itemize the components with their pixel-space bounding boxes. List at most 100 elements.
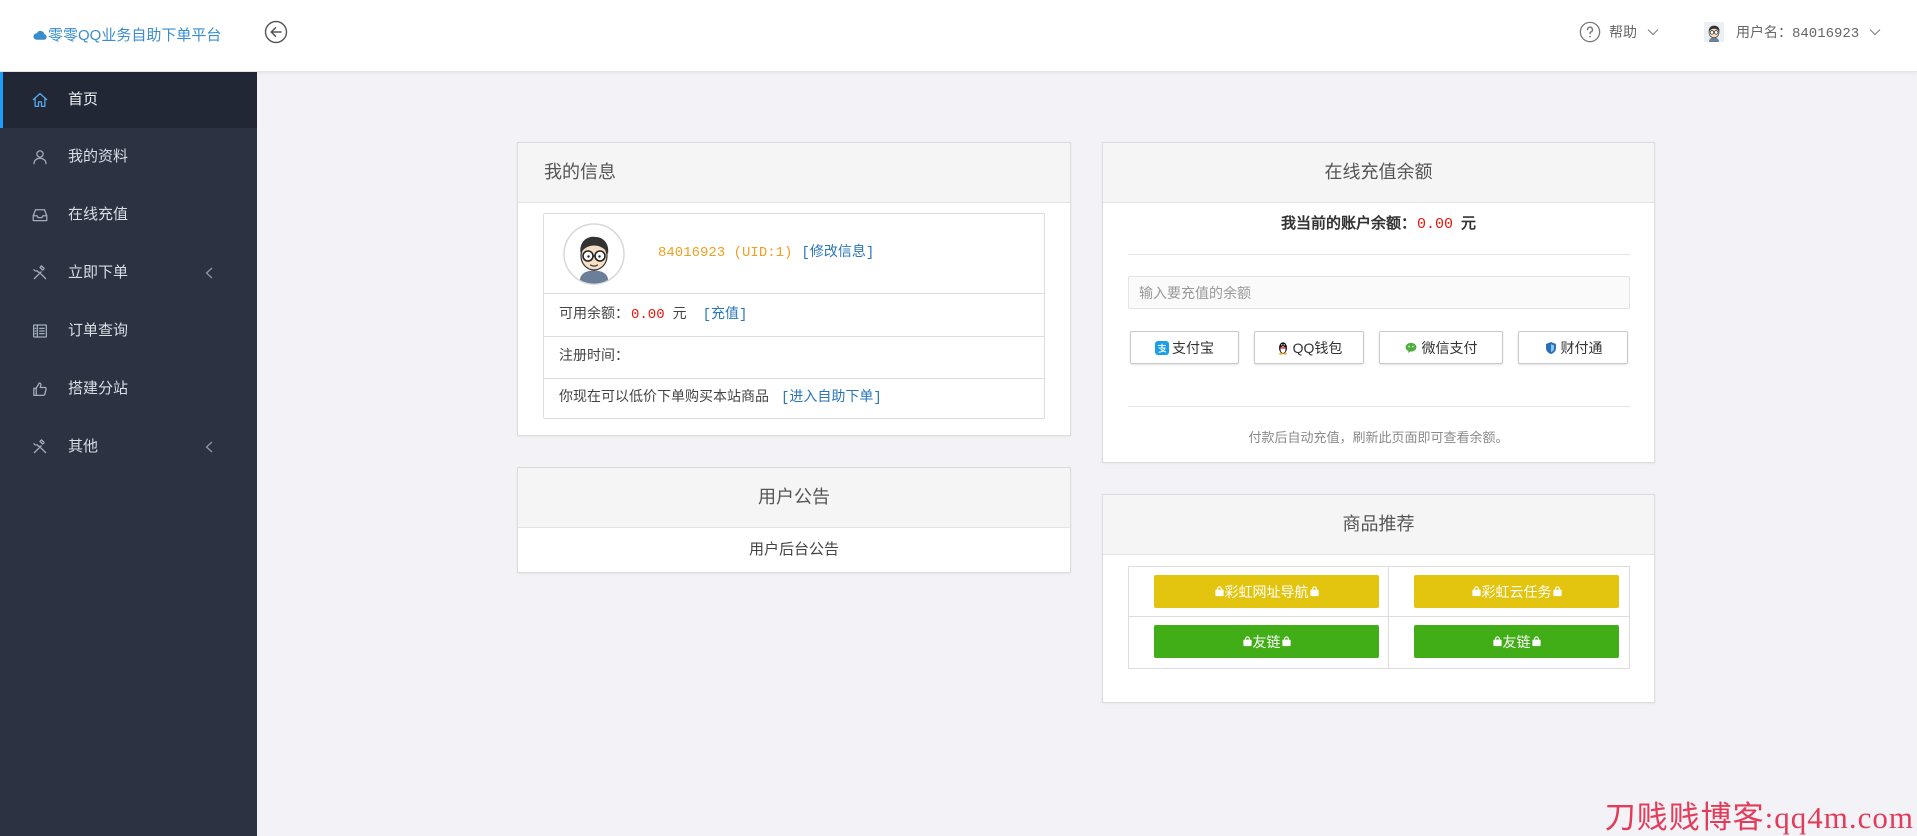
avatar (1704, 22, 1724, 42)
pay-button-label: QQ钱包 (1292, 339, 1343, 356)
help-icon (1579, 21, 1601, 43)
sidebar-item-substation[interactable]: 搭建分站 (0, 360, 257, 418)
chevron-left-icon (205, 267, 213, 279)
current-balance-value: 0.00 (1416, 216, 1453, 233)
sidebar-item-order-now[interactable]: 立即下单 (0, 244, 257, 302)
watermark: 刀贱贱博客:qq4m.com (1604, 800, 1914, 835)
wechat-pay-icon (1405, 342, 1416, 353)
bag-icon (1242, 636, 1252, 647)
wechat-pay-button[interactable]: 微信支付 (1379, 331, 1503, 364)
my-info-panel: 我的信息 84016923 (UID:1) [修改信息] 可用余额： 0.00 元 [充… (517, 142, 1071, 436)
cloud-icon (33, 30, 47, 40)
sidebar-item-profile[interactable]: 我的资料 (0, 128, 257, 186)
chevron-down-icon (1869, 29, 1881, 36)
user-notice-panel: 用户公告 用户后台公告 (517, 467, 1071, 573)
recommend-link-button[interactable]: 彩虹云任务 (1414, 575, 1619, 608)
balance-value: 0.00 (631, 307, 665, 323)
thumbs-up-icon (33, 382, 47, 397)
pay-button-label: 微信支付 (1421, 339, 1478, 356)
user-menu[interactable]: 用户名：84016923 (1704, 20, 1881, 44)
sidebar-item-label: 在线充值 (68, 206, 129, 223)
user-icon (33, 150, 47, 165)
qq-wallet-icon (1278, 341, 1287, 355)
self-order-link[interactable]: [进入自助下单] (781, 390, 882, 406)
panel-title: 我的信息 (518, 143, 1070, 203)
user-id-line: 84016923 (UID:1) [修改信息] (658, 214, 874, 293)
top-header: 零零QQ业务自助下单平台 帮助 用户名：84016923 (0, 0, 1917, 72)
table-cell: 友链 (1388, 616, 1630, 669)
recommend-table: 彩虹网址导航 彩虹云任务 友链 友链 (1128, 566, 1630, 669)
sidebar-item-recharge[interactable]: 在线充值 (0, 186, 257, 244)
balance-label: 可用余额： (559, 307, 629, 323)
list-item: 注册时间： (544, 337, 1044, 379)
sidebar-item-label: 立即下单 (68, 264, 129, 281)
table-row: 友链 友链 (1128, 616, 1630, 669)
sidebar-item-label: 搭建分站 (68, 380, 129, 397)
recommend-link-label: 彩虹网址导航 (1224, 583, 1309, 600)
panel-title: 在线充值余额 (1103, 143, 1654, 203)
bag-icon (1309, 586, 1319, 597)
tenpay-icon (1545, 341, 1556, 354)
payment-methods: 支付宝 QQ钱包 微信支付 财付通 (1130, 331, 1628, 364)
bag-icon (1281, 636, 1291, 647)
recommend-link-label: 友链 (1252, 633, 1281, 650)
current-balance: 我当前的账户余额：0.00 元 (1103, 212, 1654, 237)
notice-content: 用户后台公告 (748, 541, 839, 558)
chevron-down-icon (1647, 29, 1659, 36)
tenpay-button[interactable]: 财付通 (1518, 331, 1628, 364)
recharge-link[interactable]: [充值] (703, 307, 748, 323)
recommend-link-button[interactable]: 友链 (1154, 625, 1379, 658)
inbox-icon (32, 209, 48, 222)
chevron-left-icon (205, 441, 213, 453)
list-item: 你现在可以低价下单购买本站商品 [进入自助下单] (544, 379, 1044, 418)
recommend-link-button[interactable]: 友链 (1414, 625, 1619, 658)
bag-icon (1214, 586, 1224, 597)
recommend-link-label: 彩虹云任务 (1481, 583, 1552, 600)
sidebar-item-label: 订单查询 (68, 322, 129, 339)
recommend-link-label: 友链 (1502, 633, 1531, 650)
order-hint-text: 你现在可以低价下单购买本站商品 (559, 390, 769, 406)
table-cell: 彩虹云任务 (1388, 566, 1630, 617)
table-row: 彩虹网址导航 彩虹云任务 (1128, 566, 1630, 617)
divider (1128, 254, 1630, 255)
recommend-link-button[interactable]: 彩虹网址导航 (1154, 575, 1379, 608)
balance-unit: 元 (672, 307, 687, 323)
recharge-note: 付款后自动充值，刷新此页面即可查看余额。 (1248, 430, 1509, 445)
table-cell: 友链 (1128, 616, 1389, 669)
sidebar-item-label: 首页 (68, 91, 99, 108)
current-balance-label: 我当前的账户余额： (1280, 215, 1416, 232)
pay-button-label: 支付宝 (1172, 339, 1214, 356)
sidebar-item-other[interactable]: 其他 (0, 418, 257, 476)
order-list-icon (32, 324, 48, 338)
bag-icon (1531, 636, 1541, 647)
site-logo[interactable]: 零零QQ业务自助下单平台 (33, 19, 221, 49)
sidebar-item-order-query[interactable]: 订单查询 (0, 302, 257, 360)
user-uid-text: 84016923 (UID:1) (658, 245, 793, 261)
sidebar-item-label: 其他 (68, 438, 99, 455)
alipay-button[interactable]: 支付宝 (1130, 331, 1239, 364)
register-time-label: 注册时间： (559, 349, 629, 365)
tools-icon (33, 439, 47, 454)
bag-icon (1492, 636, 1502, 647)
table-cell: 彩虹网址导航 (1128, 566, 1389, 617)
current-balance-unit: 元 (1461, 215, 1477, 232)
help-menu[interactable]: 帮助 (1579, 20, 1659, 44)
recharge-panel: 在线充值余额 我当前的账户余额：0.00 元 支付宝 QQ钱包 (1102, 142, 1655, 463)
sidebar-item-home[interactable]: 首页 (0, 72, 257, 128)
tools-icon (33, 265, 47, 280)
sidebar-item-label: 我的资料 (68, 148, 129, 165)
list-item: 84016923 (UID:1) [修改信息] (544, 214, 1044, 294)
info-list: 84016923 (UID:1) [修改信息] 可用余额： 0.00 元 [充值] 注册… (543, 213, 1045, 419)
pay-button-label: 财付通 (1560, 339, 1603, 356)
back-arrow-icon[interactable] (264, 20, 288, 44)
site-title: 零零QQ业务自助下单平台 (48, 26, 222, 44)
sidebar: 首页 我的资料 在线充值 立即下单 订单查询 搭建分站 其他 (0, 72, 257, 836)
edit-profile-link[interactable]: [修改信息] (801, 245, 874, 261)
list-item: 可用余额： 0.00 元 [充值] (544, 294, 1044, 337)
bag-icon (1471, 586, 1481, 597)
avatar (563, 223, 625, 285)
qq-wallet-button[interactable]: QQ钱包 (1254, 331, 1364, 364)
panel-title: 用户公告 (518, 468, 1070, 528)
bag-icon (1552, 586, 1562, 597)
recharge-amount-input[interactable] (1128, 276, 1630, 309)
